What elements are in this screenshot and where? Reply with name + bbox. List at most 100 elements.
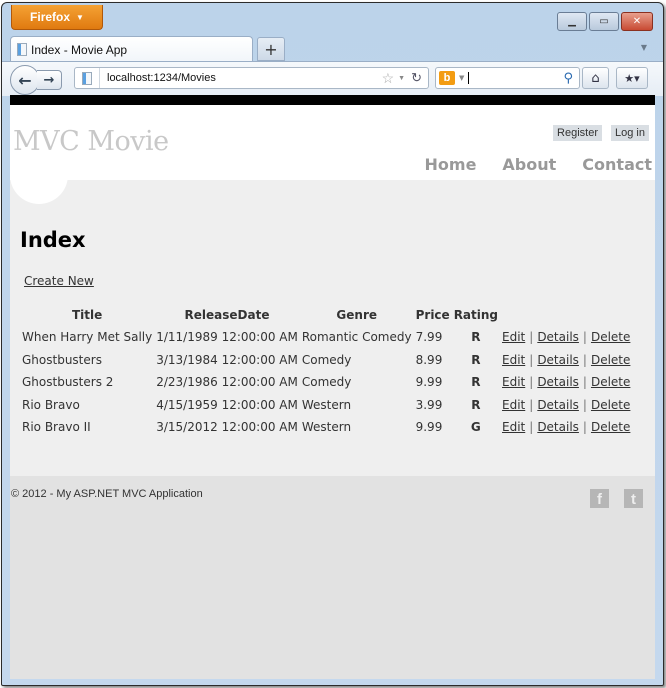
cell-release-date: 4/15/1959 12:00:00 AM <box>156 397 298 412</box>
search-bar[interactable]: b ▼ ⚲ <box>435 67 580 89</box>
edit-link[interactable]: Edit <box>502 330 525 344</box>
firefox-menu-button[interactable]: Firefox ▼ <box>11 5 103 30</box>
cell-actions: Edit | Details | Delete <box>500 416 632 439</box>
details-link[interactable]: Details <box>537 398 579 412</box>
reload-icon[interactable]: ↻ <box>411 70 422 86</box>
cell-actions: Edit | Details | Delete <box>500 394 632 417</box>
text-cursor <box>468 72 470 84</box>
arrow-right-icon: → <box>43 72 55 88</box>
cell-actions: Edit | Details | Delete <box>500 371 632 394</box>
cell-price: 9.99 <box>415 420 443 435</box>
delete-link[interactable]: Delete <box>591 353 630 367</box>
delete-link[interactable]: Delete <box>591 398 630 412</box>
back-forward-group: ← → <box>10 65 66 95</box>
action-separator: | <box>529 420 534 435</box>
edit-link[interactable]: Edit <box>502 375 525 389</box>
search-icon[interactable]: ⚲ <box>563 71 573 86</box>
cell-rating: R <box>471 397 481 412</box>
main-content: Index Create New Title ReleaseDate Genre… <box>10 160 655 476</box>
cell-title: When Harry Met Sally <box>22 330 153 345</box>
cell-release-date: 3/13/1984 12:00:00 AM <box>156 352 298 367</box>
cell-release-date: 3/15/2012 12:00:00 AM <box>156 420 298 435</box>
cell-title: Rio Bravo II <box>22 420 91 435</box>
edit-link[interactable]: Edit <box>502 398 525 412</box>
url-input[interactable]: localhost:1234/Movies <box>100 72 382 84</box>
list-all-tabs-button[interactable]: ▼ <box>641 43 647 52</box>
cell-title: Ghostbusters <box>22 352 102 367</box>
close-button[interactable]: ✕ <box>621 12 653 31</box>
table-row: Ghostbusters 3/13/1984 12:00:00 AM Comedy 8… <box>20 349 632 372</box>
history-dropdown-icon[interactable]: ▼ <box>398 75 405 82</box>
copyright-text: © 2012 - My ASP.NET MVC Application <box>11 488 203 500</box>
column-header-genre: Genre <box>336 308 378 322</box>
menu-item-home[interactable]: Home <box>425 155 477 174</box>
details-link[interactable]: Details <box>537 375 579 389</box>
action-separator: | <box>582 352 587 367</box>
details-link[interactable]: Details <box>537 330 579 344</box>
delete-link[interactable]: Delete <box>591 330 630 344</box>
maximize-icon: ▭ <box>599 16 609 27</box>
action-separator: | <box>529 375 534 390</box>
back-button[interactable]: ← <box>10 65 40 95</box>
site-header: MVC Movie Register Log in Home About Con… <box>10 105 655 180</box>
column-header-release-date: ReleaseDate <box>184 308 270 322</box>
delete-link[interactable]: Delete <box>591 375 630 389</box>
site-identity-button[interactable] <box>75 68 100 88</box>
movies-table: Title ReleaseDate Genre Price Rating Whe… <box>20 307 632 439</box>
home-button[interactable]: ⌂ <box>582 67 609 89</box>
home-icon: ⌂ <box>591 70 600 86</box>
navigation-toolbar: ← → localhost:1234/Movies ☆ ▼ ↻ b ▼ ⚲ ⌂ … <box>2 61 663 96</box>
bookmarks-button[interactable]: ★▾ <box>616 67 648 89</box>
action-separator: | <box>582 375 587 390</box>
top-bar <box>10 95 655 105</box>
page-viewport: MVC Movie Register Log in Home About Con… <box>10 95 655 679</box>
menu-item-contact[interactable]: Contact <box>582 155 652 174</box>
maximize-button[interactable]: ▭ <box>589 12 619 31</box>
window-controls: ▁ ▭ ✕ <box>557 12 653 31</box>
cell-genre: Romantic Comedy <box>301 330 412 345</box>
tab-index-movie-app[interactable]: Index - Movie App <box>10 36 253 62</box>
action-separator: | <box>582 330 587 345</box>
bookmark-star-icon[interactable]: ☆ <box>382 70 395 87</box>
action-separator: | <box>582 397 587 412</box>
details-link[interactable]: Details <box>537 353 579 367</box>
action-separator: | <box>582 420 587 435</box>
table-row: Ghostbusters 2 2/23/1986 12:00:00 AM Comed… <box>20 371 632 394</box>
cell-genre: Western <box>301 420 352 435</box>
main-menu: Home About Contact <box>425 155 652 174</box>
action-separator: | <box>529 397 534 412</box>
cell-price: 7.99 <box>415 330 443 345</box>
register-link[interactable]: Register <box>553 125 603 141</box>
edit-link[interactable]: Edit <box>502 420 525 434</box>
login-link[interactable]: Log in <box>611 125 649 141</box>
cell-release-date: 1/11/1989 12:00:00 AM <box>156 330 298 345</box>
cell-rating: R <box>471 330 481 345</box>
table-row: When Harry Met Sally 1/11/1989 12:00:00 A… <box>20 326 632 349</box>
url-bar[interactable]: localhost:1234/Movies ☆ ▼ ↻ <box>74 67 429 89</box>
action-separator: | <box>529 352 534 367</box>
cell-title: Ghostbusters 2 <box>22 375 114 390</box>
plus-icon: + <box>264 39 278 59</box>
new-tab-button[interactable]: + <box>257 37 285 61</box>
column-header-actions <box>500 307 632 326</box>
cell-price: 9.99 <box>415 375 443 390</box>
minimize-button[interactable]: ▁ <box>557 12 587 31</box>
details-link[interactable]: Details <box>537 420 579 434</box>
menu-item-about[interactable]: About <box>502 155 556 174</box>
firefox-menu-label: Firefox <box>30 10 71 24</box>
search-engine-dropdown-icon[interactable]: ▼ <box>459 74 464 82</box>
facebook-icon[interactable]: f <box>590 489 609 508</box>
arrow-left-icon: ← <box>18 70 32 90</box>
bing-search-engine-icon[interactable]: b <box>439 71 455 85</box>
forward-button[interactable]: → <box>37 70 62 90</box>
cell-genre: Comedy <box>301 352 352 367</box>
twitter-icon[interactable]: t <box>624 489 643 508</box>
site-title[interactable]: MVC Movie <box>13 126 169 157</box>
cell-genre: Comedy <box>301 375 352 390</box>
edit-link[interactable]: Edit <box>502 353 525 367</box>
cell-release-date: 2/23/1986 12:00:00 AM <box>156 375 298 390</box>
delete-link[interactable]: Delete <box>591 420 630 434</box>
login-links: Register Log in <box>553 125 649 141</box>
create-new-link[interactable]: Create New <box>24 274 94 288</box>
browser-window: Firefox ▼ ▁ ▭ ✕ Index - Movie App + ▼ ← … <box>1 2 664 686</box>
